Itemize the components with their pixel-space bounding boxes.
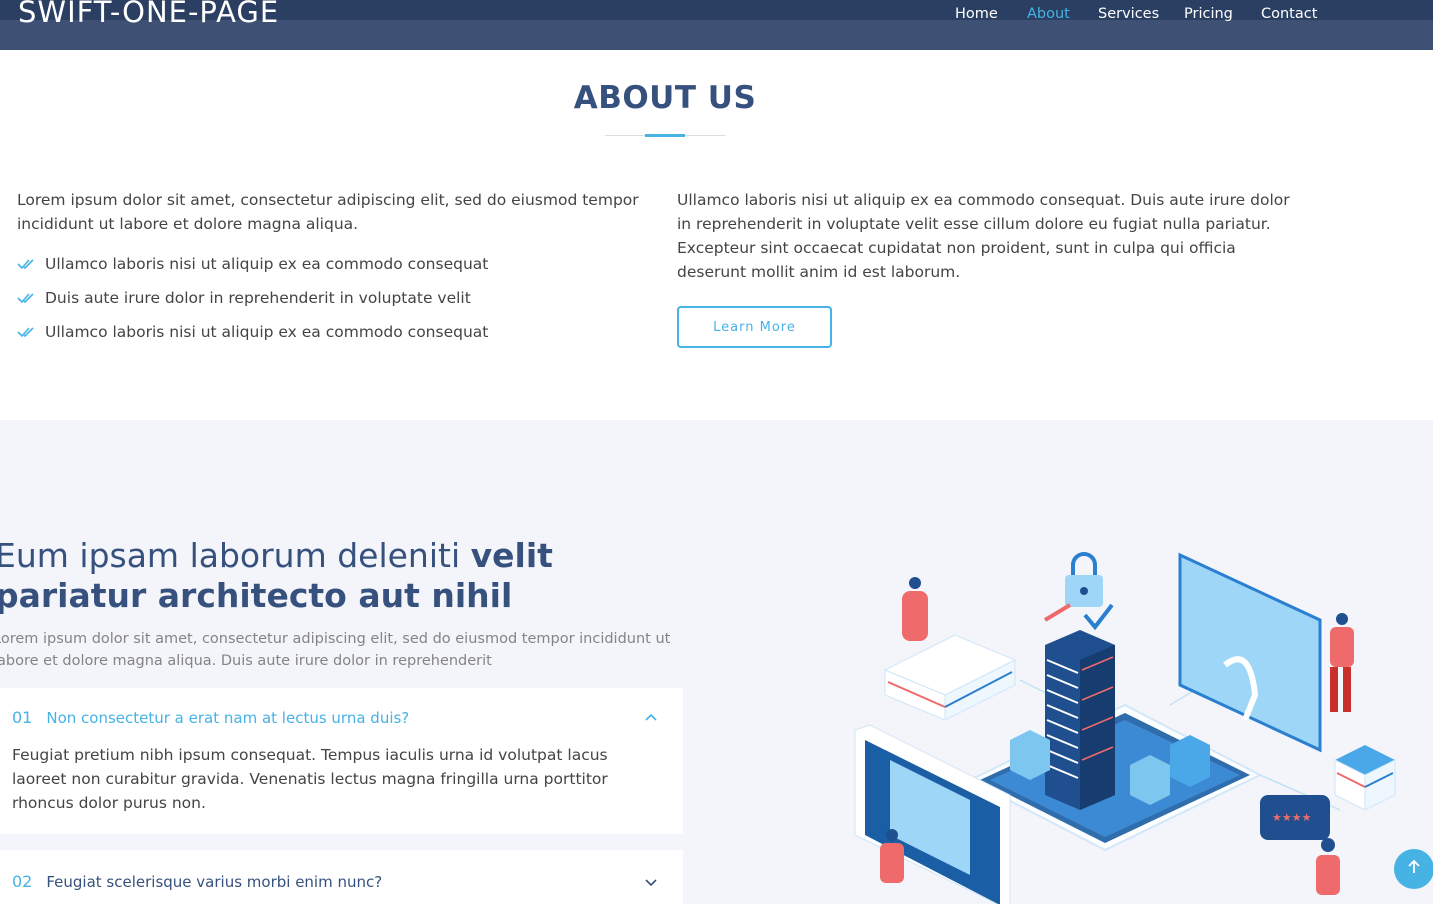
accordion-question[interactable]: Non consectetur a erat nam at lectus urn… [46, 709, 409, 727]
monitor [1178, 552, 1322, 753]
checklist-text: Ullamco laboris nisi ut aliquip ex ea co… [45, 323, 489, 341]
back-to-top-button[interactable] [1394, 849, 1433, 889]
lock [1043, 552, 1114, 631]
about-right-paragraph: Ullamco laboris nisi ut aliquip ex ea co… [677, 191, 1290, 281]
list-item: Ullamco laboris nisi ut aliquip ex ea co… [17, 320, 488, 354]
accordion-item-2: 02 Feugiat scelerisque varius morbi enim… [0, 850, 683, 904]
accordion-answer: Feugiat pretium nibh ipsum consequat. Te… [12, 746, 608, 812]
nav-contact[interactable]: Contact [1261, 5, 1317, 23]
why-us-paragraph: Lorem ipsum dolor sit amet, consectetur … [0, 631, 671, 669]
tablet [854, 724, 1011, 904]
accordion-question[interactable]: Feugiat scelerisque varius morbi enim nu… [46, 873, 382, 891]
server-stack [1334, 745, 1396, 811]
checklist-text: Ullamco laboris nisi ut aliquip ex ea co… [45, 255, 489, 273]
accordion-header[interactable]: 01 Non consectetur a erat nam at lectus … [12, 708, 409, 727]
reception-desk [883, 634, 1017, 721]
learn-more-button[interactable]: Learn More [677, 306, 832, 348]
site-logo[interactable]: SWIFT-ONE-PAGE [18, 0, 279, 28]
person-bottom-right [1316, 838, 1340, 895]
review-bubble: ★★★★ [1260, 795, 1330, 840]
nav-pricing[interactable]: Pricing [1184, 5, 1233, 23]
why-us-title-regular: Eum ipsam laborum deleniti [0, 536, 471, 575]
chevron-down-icon[interactable] [643, 874, 659, 890]
accordion-item-1: 01 Non consectetur a erat nam at lectus … [0, 688, 683, 834]
accordion-number: 02 [12, 872, 33, 891]
about-checklist: Ullamco laboris nisi ut aliquip ex ea co… [17, 252, 488, 354]
accordion-header[interactable]: 02 Feugiat scelerisque varius morbi enim… [12, 872, 382, 891]
section-title: ABOUT US [573, 80, 757, 116]
person-reception [902, 577, 928, 641]
double-check-icon [17, 286, 45, 310]
nav-services[interactable]: Services [1098, 5, 1159, 23]
why-us-section: Eum ipsam laborum deleniti velit pariatu… [0, 420, 1433, 904]
about-left-paragraph: Lorem ipsum dolor sit amet, consectetur … [17, 191, 639, 233]
isometric-city-illustration: ★★★★ [854, 552, 1396, 904]
nav-home[interactable]: Home [955, 5, 998, 23]
list-item: Ullamco laboris nisi ut aliquip ex ea co… [17, 252, 488, 286]
svg-text:★★★★: ★★★★ [1272, 811, 1312, 824]
nav-about[interactable]: About [1027, 5, 1070, 23]
checklist-text: Duis aute irure dolor in reprehenderit i… [45, 289, 471, 307]
why-us-title: Eum ipsam laborum deleniti velit pariatu… [0, 536, 695, 616]
site-header: SWIFT-ONE-PAGE Home About Services Prici… [0, 0, 1433, 50]
double-check-icon [17, 252, 45, 276]
person-right [1330, 613, 1354, 712]
title-divider-accent [645, 134, 685, 137]
chevron-up-icon[interactable] [643, 710, 659, 726]
arrow-up-icon [1407, 859, 1421, 880]
double-check-icon [17, 320, 45, 344]
list-item: Duis aute irure dolor in reprehenderit i… [17, 286, 488, 320]
accordion-number: 01 [12, 708, 33, 727]
tower [1045, 630, 1115, 810]
